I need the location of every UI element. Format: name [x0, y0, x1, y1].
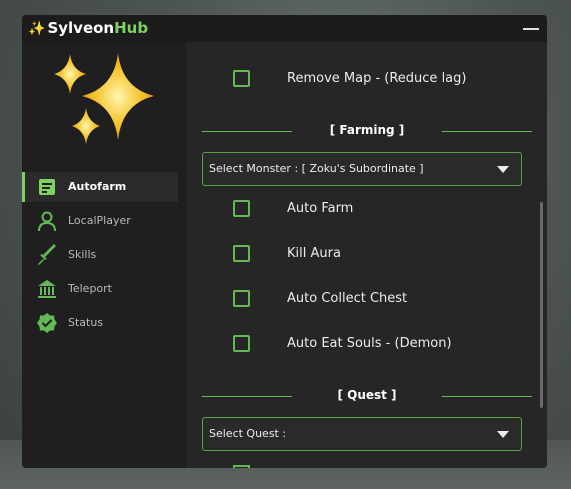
toggle-label: Kill Aura: [287, 246, 341, 261]
sidebar-item-label: LocalPlayer: [68, 214, 131, 227]
toggle-label: Auto Eat Souls - (Demon): [287, 336, 452, 351]
toggle-remove-map[interactable]: Remove Map - (Reduce lag): [186, 63, 536, 97]
divider: [202, 131, 292, 132]
section-title: [ Farming ]: [329, 123, 405, 137]
user-icon: [38, 211, 56, 232]
title-bar[interactable]: ✨ SylveonHub: [22, 15, 547, 42]
quest-select-dropdown[interactable]: Select Quest :: [202, 417, 522, 451]
divider: [442, 396, 532, 397]
document-icon: [39, 179, 55, 195]
checkbox[interactable]: [233, 290, 250, 307]
checkbox[interactable]: [233, 200, 250, 217]
section-title: [ Quest ]: [337, 388, 397, 402]
scrollbar[interactable]: [540, 202, 543, 408]
chevron-down-icon: [497, 166, 509, 173]
toggle-label: Remove Map - (Reduce lag): [287, 71, 467, 86]
sidebar-item-label: Teleport: [68, 282, 112, 295]
toggle-kill-aura[interactable]: Kill Aura: [186, 238, 536, 272]
dropdown-value: Select Monster : [ Zoku's Subordinate ]: [209, 162, 424, 175]
sidebar-item-label: Status: [68, 316, 104, 329]
checkbox[interactable]: [233, 335, 250, 352]
sword-icon: [38, 244, 56, 265]
sidebar-item-teleport[interactable]: Teleport: [22, 274, 178, 304]
title-accent: Hub: [114, 19, 149, 37]
sidebar-item-label: Skills: [68, 248, 97, 261]
sidebar: Autofarm LocalPlayer Skills Teleport Sta…: [22, 42, 186, 468]
divider: [442, 131, 532, 132]
checkbox[interactable]: [233, 70, 250, 87]
window-title: ✨ SylveonHub: [28, 19, 148, 37]
bank-icon: [38, 280, 56, 298]
divider: [202, 396, 292, 397]
checkbox[interactable]: [233, 245, 250, 262]
sidebar-item-localplayer[interactable]: LocalPlayer: [22, 206, 178, 236]
toggle-label: Auto Farm: [287, 201, 354, 216]
monster-select-dropdown[interactable]: Select Monster : [ Zoku's Subordinate ]: [202, 152, 522, 186]
toggle-label: Auto Collect Chest: [287, 291, 408, 306]
dropdown-value: Select Quest :: [209, 427, 287, 440]
sidebar-item-autofarm[interactable]: Autofarm: [22, 172, 178, 202]
chevron-down-icon: [497, 431, 509, 438]
section-quest: [ Quest ]: [202, 388, 532, 404]
check-badge-icon: [37, 313, 57, 333]
toggle-auto-collect-chest[interactable]: Auto Collect Chest: [186, 283, 536, 317]
sparkles-icon: ✨: [28, 21, 46, 37]
sidebar-item-status[interactable]: Status: [22, 308, 178, 338]
sidebar-item-skills[interactable]: Skills: [22, 240, 178, 270]
hub-window: ✨ SylveonHub Autofarm LocalPlayer Skills…: [22, 15, 547, 468]
toggle-auto-eat-souls[interactable]: Auto Eat Souls - (Demon): [186, 328, 536, 362]
title-prefix: Sylveon: [47, 19, 115, 37]
minimize-icon[interactable]: [521, 19, 541, 37]
sidebar-item-label: Autofarm: [68, 180, 127, 193]
checkbox-partial[interactable]: [233, 465, 250, 468]
content-panel: Remove Map - (Reduce lag) [ Farming ] Se…: [186, 42, 547, 468]
section-farming: [ Farming ]: [202, 123, 532, 139]
sparkles-logo: [54, 53, 154, 144]
toggle-auto-farm[interactable]: Auto Farm: [186, 193, 536, 227]
